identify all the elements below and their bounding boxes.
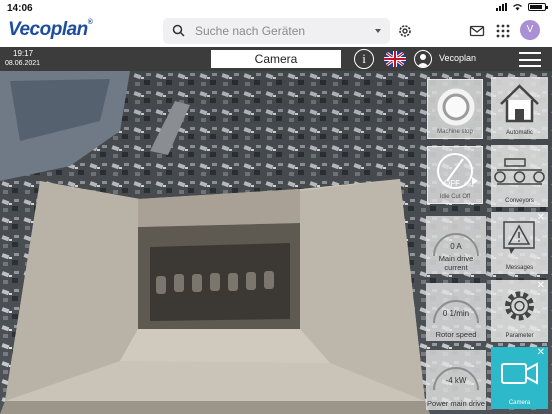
hamburger-menu-icon[interactable] — [519, 52, 541, 67]
gauge-arc-icon — [433, 367, 479, 391]
wifi-icon — [513, 4, 522, 11]
status-icons — [496, 3, 548, 11]
idle-cut-off-label: Idle Cut Off — [439, 194, 471, 200]
mail-icon[interactable] — [468, 22, 486, 40]
nav-conveyors[interactable]: Conveyors — [491, 145, 548, 207]
search-input[interactable] — [195, 18, 365, 44]
close-icon[interactable]: ✕ — [537, 213, 545, 223]
rotor-speed-label: Rotor speed — [435, 330, 477, 339]
machine-stop-button[interactable]: Machine stop — [427, 79, 483, 139]
device-search[interactable] — [163, 18, 390, 44]
gauge-arc-icon — [433, 300, 479, 324]
main-drive-current-label: Main drive current — [438, 254, 474, 272]
status-bar: 14:06 — [0, 0, 552, 16]
vecoplan-logo[interactable]: Vecoplan® — [8, 19, 93, 41]
nav-automatic[interactable]: Automatic — [491, 77, 548, 139]
gauge-main-drive-current: 0 A Main drive current — [426, 216, 486, 274]
power-main-drive-value: -4 kW — [445, 376, 467, 385]
app-header: Vecoplan® V — [0, 16, 552, 47]
signal-icon — [496, 3, 507, 11]
machine-time: 19:17 — [13, 49, 34, 58]
user-icon[interactable] — [414, 50, 432, 68]
machine-toolbar: 19:17 08.06.2021 Camera i Vecoplan — [0, 47, 552, 71]
gauge-power-main-drive: -4 kW Power main drive — [426, 350, 486, 410]
logo-mark: ® — [87, 19, 93, 26]
search-icon — [172, 24, 185, 37]
rotor-speed-value: 0 1/min — [442, 309, 470, 318]
settings-icon[interactable] — [396, 22, 414, 40]
nav-parameter-label: Parameter — [505, 333, 534, 339]
chevron-down-icon[interactable] — [375, 29, 381, 33]
nav-automatic-label: Automatic — [506, 130, 533, 136]
nav-camera-label: Camera — [508, 400, 531, 406]
nav-parameter[interactable]: ✕ Parameter — [491, 280, 548, 342]
close-icon[interactable]: ✕ — [537, 348, 545, 358]
apps-grid-icon[interactable] — [494, 22, 512, 40]
conveyor-icon — [494, 158, 545, 185]
user-avatar[interactable]: V — [520, 20, 540, 40]
power-main-drive-label: Power main drive — [427, 399, 485, 408]
idle-cut-off-value: OFF — [444, 179, 460, 188]
status-time: 14:06 — [7, 3, 33, 14]
nav-messages[interactable]: ✕ Messages — [491, 212, 548, 274]
nav-conveyors-label: Conveyors — [505, 198, 534, 204]
app-root: 14:06 Vecoplan® Suche nach Geräten V 19:… — [0, 0, 552, 414]
close-icon[interactable]: ✕ — [537, 281, 545, 291]
nav-messages-label: Messages — [505, 265, 534, 271]
uk-flag-icon[interactable] — [384, 51, 406, 67]
gauge-rotor-speed: 0 1/min Rotor speed — [426, 283, 486, 341]
machine-stop-label: Machine stop — [437, 129, 473, 135]
battery-icon — [528, 3, 548, 11]
logo-text: Vecoplan — [8, 19, 88, 40]
nav-camera[interactable]: ✕ Camera — [491, 347, 548, 409]
info-icon[interactable]: i — [354, 49, 374, 69]
username: Vecoplan — [439, 53, 477, 63]
idle-cut-off-button[interactable]: OFF Idle Cut Off — [427, 146, 483, 204]
page-title: Camera — [211, 50, 341, 68]
machine-stop-icon — [434, 85, 478, 129]
home-icon — [500, 84, 539, 123]
machine-date: 08.06.2021 — [5, 60, 41, 67]
main-drive-current-value: 0 A — [450, 242, 462, 251]
